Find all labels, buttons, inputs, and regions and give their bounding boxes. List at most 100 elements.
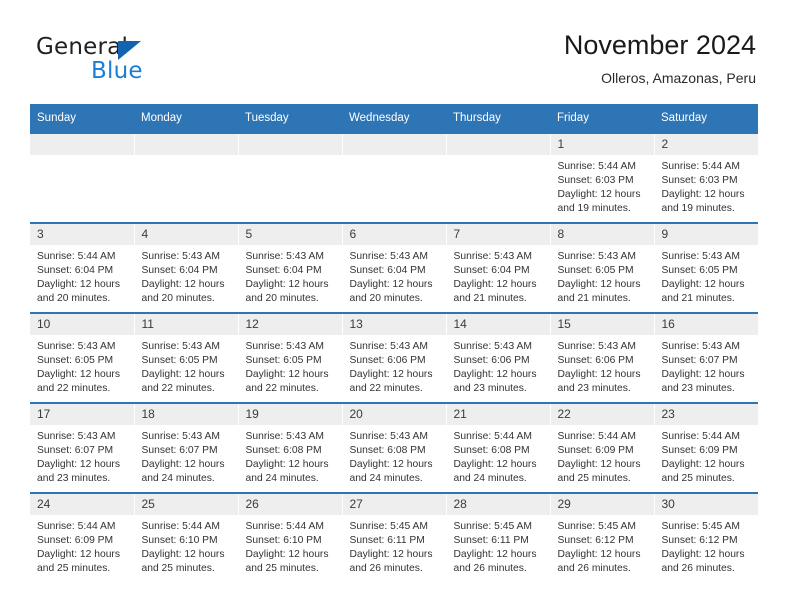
day-detail-lines: Sunrise: 5:43 AM Sunset: 6:04 PM Daylight:… bbox=[135, 245, 238, 306]
day-detail-line: Sunset: 6:08 PM bbox=[349, 445, 426, 456]
calendar-day-cell[interactable]: 13 Sunrise: 5:43 AM Sunset: 6:06 PM Dayligh… bbox=[342, 312, 447, 403]
day-detail-line: Sunset: 6:04 PM bbox=[349, 265, 426, 276]
day-detail-line: Daylight: 12 hours bbox=[245, 279, 329, 290]
column-header-monday: Monday bbox=[134, 104, 238, 133]
day-detail-line: Sunset: 6:11 PM bbox=[453, 535, 529, 546]
calendar-day-cell[interactable]: 3 Sunrise: 5:44 AM Sunset: 6:04 PM Daylight… bbox=[30, 222, 135, 313]
calendar-day-cell[interactable]: 11 Sunrise: 5:43 AM Sunset: 6:05 PM Dayligh… bbox=[134, 312, 239, 403]
day-detail-line: Daylight: 12 hours bbox=[661, 279, 745, 290]
calendar-day-cell[interactable]: 4 Sunrise: 5:43 AM Sunset: 6:04 PM Daylight… bbox=[134, 222, 239, 313]
day-detail-line: Sunrise: 5:44 AM bbox=[661, 431, 740, 442]
calendar-body: 1 Sunrise: 5:44 AM Sunset: 6:03 PM Daylight… bbox=[30, 132, 759, 582]
day-detail-line: and 25 minutes. bbox=[661, 473, 735, 484]
day-detail-line: Sunset: 6:10 PM bbox=[245, 535, 322, 546]
calendar-day-cell[interactable]: 1 Sunrise: 5:44 AM Sunset: 6:03 PM Daylight… bbox=[550, 132, 655, 223]
calendar-day-cell[interactable]: 30 Sunrise: 5:45 AM Sunset: 6:12 PM Dayligh… bbox=[654, 492, 759, 582]
calendar-day-cell[interactable]: 16 Sunrise: 5:43 AM Sunset: 6:07 PM Dayligh… bbox=[654, 312, 758, 403]
day-detail-line: Sunrise: 5:44 AM bbox=[557, 431, 636, 442]
calendar-day-cell[interactable]: 29 Sunrise: 5:45 AM Sunset: 6:12 PM Dayligh… bbox=[550, 492, 655, 582]
day-detail-line: Daylight: 12 hours bbox=[141, 369, 225, 380]
calendar-day-cell[interactable]: 8 Sunrise: 5:43 AM Sunset: 6:05 PM Daylight… bbox=[550, 222, 655, 313]
calendar-day-cell[interactable]: 7 Sunrise: 5:43 AM Sunset: 6:04 PM Daylight… bbox=[446, 222, 551, 313]
day-detail-line: Sunset: 6:06 PM bbox=[453, 355, 530, 366]
day-number: 1 bbox=[550, 134, 654, 155]
day-detail-line: Daylight: 12 hours bbox=[349, 279, 433, 290]
calendar-day-cell[interactable]: 18 Sunrise: 5:43 AM Sunset: 6:07 PM Dayligh… bbox=[134, 402, 239, 493]
day-detail-lines: Sunrise: 5:43 AM Sunset: 6:04 PM Daylight:… bbox=[447, 245, 550, 306]
day-detail-lines: Sunrise: 5:43 AM Sunset: 6:05 PM Daylight:… bbox=[655, 245, 759, 306]
day-detail-lines: Sunrise: 5:44 AM Sunset: 6:09 PM Daylight:… bbox=[655, 425, 759, 486]
calendar-day-cell[interactable]: 15 Sunrise: 5:43 AM Sunset: 6:06 PM Dayligh… bbox=[550, 312, 655, 403]
day-detail-line: Sunset: 6:07 PM bbox=[141, 445, 218, 456]
day-detail-line: Daylight: 12 hours bbox=[557, 459, 641, 470]
calendar-day-cell[interactable]: 19 Sunrise: 5:43 AM Sunset: 6:08 PM Dayligh… bbox=[238, 402, 343, 493]
day-detail-line: Sunset: 6:10 PM bbox=[141, 535, 218, 546]
day-detail-line: Daylight: 12 hours bbox=[245, 369, 329, 380]
day-detail-line: Sunset: 6:06 PM bbox=[557, 355, 634, 366]
calendar-day-cell[interactable]: 12 Sunrise: 5:43 AM Sunset: 6:05 PM Dayligh… bbox=[238, 312, 343, 403]
page-subtitle: Olleros, Amazonas, Peru bbox=[601, 70, 756, 86]
day-detail-lines: Sunrise: 5:43 AM Sunset: 6:07 PM Daylight:… bbox=[135, 425, 238, 486]
calendar-day-cell[interactable]: 27 Sunrise: 5:45 AM Sunset: 6:11 PM Dayligh… bbox=[342, 492, 447, 582]
calendar-day-cell[interactable]: 24 Sunrise: 5:44 AM Sunset: 6:09 PM Dayligh… bbox=[30, 492, 135, 582]
day-detail-line: Sunrise: 5:43 AM bbox=[245, 341, 324, 352]
day-detail-line: and 25 minutes. bbox=[37, 563, 111, 574]
day-detail-line: Daylight: 12 hours bbox=[453, 459, 537, 470]
calendar-day-cell[interactable]: 25 Sunrise: 5:44 AM Sunset: 6:10 PM Dayligh… bbox=[134, 492, 239, 582]
calendar-day-cell[interactable]: 20 Sunrise: 5:43 AM Sunset: 6:08 PM Dayligh… bbox=[342, 402, 447, 493]
day-detail-line: Sunset: 6:05 PM bbox=[245, 355, 322, 366]
day-detail-line: Sunset: 6:08 PM bbox=[453, 445, 530, 456]
day-detail-lines: Sunrise: 5:44 AM Sunset: 6:09 PM Daylight:… bbox=[30, 515, 134, 576]
calendar-week-row: 10 Sunrise: 5:43 AM Sunset: 6:05 PM Dayligh… bbox=[30, 312, 758, 403]
day-detail-line: Sunset: 6:04 PM bbox=[141, 265, 218, 276]
day-detail-line: and 24 minutes. bbox=[349, 473, 423, 484]
calendar-day-cell[interactable]: 9 Sunrise: 5:43 AM Sunset: 6:05 PM Daylight… bbox=[654, 222, 759, 313]
day-detail-line: and 26 minutes. bbox=[453, 563, 527, 574]
day-detail-line: Sunset: 6:04 PM bbox=[245, 265, 322, 276]
day-detail-line: Sunset: 6:03 PM bbox=[557, 175, 634, 186]
calendar-page: General Blue November 2024 Olleros, Amaz… bbox=[0, 0, 792, 612]
day-detail-line: and 23 minutes. bbox=[453, 383, 527, 394]
calendar-header-row: Sunday Monday Tuesday Wednesday Thursday Frid… bbox=[30, 104, 758, 133]
calendar-week-row: 24 Sunrise: 5:44 AM Sunset: 6:09 PM Dayligh… bbox=[30, 492, 759, 582]
day-number: 21 bbox=[446, 404, 550, 425]
day-detail-line: Daylight: 12 hours bbox=[453, 549, 537, 560]
calendar-day-cell[interactable]: 17 Sunrise: 5:43 AM Sunset: 6:07 PM Dayligh… bbox=[30, 402, 135, 493]
day-detail-line: Daylight: 12 hours bbox=[557, 549, 641, 560]
day-detail-lines: Sunrise: 5:44 AM Sunset: 6:10 PM Daylight:… bbox=[239, 515, 342, 576]
day-detail-lines: Sunrise: 5:43 AM Sunset: 6:06 PM Daylight:… bbox=[343, 335, 446, 396]
day-detail-line: Daylight: 12 hours bbox=[245, 459, 329, 470]
day-number: 27 bbox=[342, 494, 446, 515]
calendar-day-cell[interactable]: 2 Sunrise: 5:44 AM Sunset: 6:03 PM Daylight… bbox=[654, 132, 758, 223]
day-detail-line: and 24 minutes. bbox=[245, 473, 319, 484]
day-detail-line: Sunset: 6:06 PM bbox=[349, 355, 426, 366]
day-detail-lines: Sunrise: 5:44 AM Sunset: 6:09 PM Daylight:… bbox=[551, 425, 654, 486]
day-number: 30 bbox=[654, 494, 758, 515]
day-detail-line: and 20 minutes. bbox=[245, 293, 319, 304]
day-detail-line: Daylight: 12 hours bbox=[141, 279, 225, 290]
calendar-day-cell[interactable]: 6 Sunrise: 5:43 AM Sunset: 6:04 PM Daylight… bbox=[342, 222, 447, 313]
day-number: 22 bbox=[550, 404, 654, 425]
day-detail-line: and 20 minutes. bbox=[349, 293, 423, 304]
day-detail-line: Sunset: 6:03 PM bbox=[661, 175, 738, 186]
calendar-day-cell[interactable]: 23 Sunrise: 5:44 AM Sunset: 6:09 PM Dayligh… bbox=[654, 402, 759, 493]
day-detail-line: Sunset: 6:09 PM bbox=[661, 445, 738, 456]
day-detail-line: Daylight: 12 hours bbox=[37, 369, 120, 380]
calendar-day-cell[interactable]: 5 Sunrise: 5:43 AM Sunset: 6:04 PM Daylight… bbox=[238, 222, 343, 313]
calendar-day-cell[interactable]: 10 Sunrise: 5:43 AM Sunset: 6:05 PM Dayligh… bbox=[30, 312, 135, 403]
day-detail-lines: Sunrise: 5:45 AM Sunset: 6:12 PM Daylight:… bbox=[655, 515, 759, 576]
calendar-day-cell-empty bbox=[238, 132, 343, 223]
calendar-day-cell[interactable]: 14 Sunrise: 5:43 AM Sunset: 6:06 PM Dayligh… bbox=[446, 312, 551, 403]
calendar-day-cell[interactable]: 26 Sunrise: 5:44 AM Sunset: 6:10 PM Dayligh… bbox=[238, 492, 343, 582]
day-detail-line: and 21 minutes. bbox=[453, 293, 527, 304]
calendar-day-cell[interactable]: 28 Sunrise: 5:45 AM Sunset: 6:11 PM Dayligh… bbox=[446, 492, 551, 582]
day-detail-lines bbox=[30, 155, 134, 160]
calendar-day-cell[interactable]: 22 Sunrise: 5:44 AM Sunset: 6:09 PM Dayligh… bbox=[550, 402, 655, 493]
calendar-day-cell[interactable]: 21 Sunrise: 5:44 AM Sunset: 6:08 PM Dayligh… bbox=[446, 402, 551, 493]
day-detail-lines bbox=[239, 155, 342, 160]
day-detail-lines: Sunrise: 5:44 AM Sunset: 6:04 PM Daylight:… bbox=[30, 245, 134, 306]
general-blue-logo[interactable]: General Blue bbox=[36, 34, 276, 90]
day-detail-line: Daylight: 12 hours bbox=[349, 459, 433, 470]
day-number: 2 bbox=[654, 134, 758, 155]
day-detail-line: Daylight: 12 hours bbox=[557, 369, 641, 380]
